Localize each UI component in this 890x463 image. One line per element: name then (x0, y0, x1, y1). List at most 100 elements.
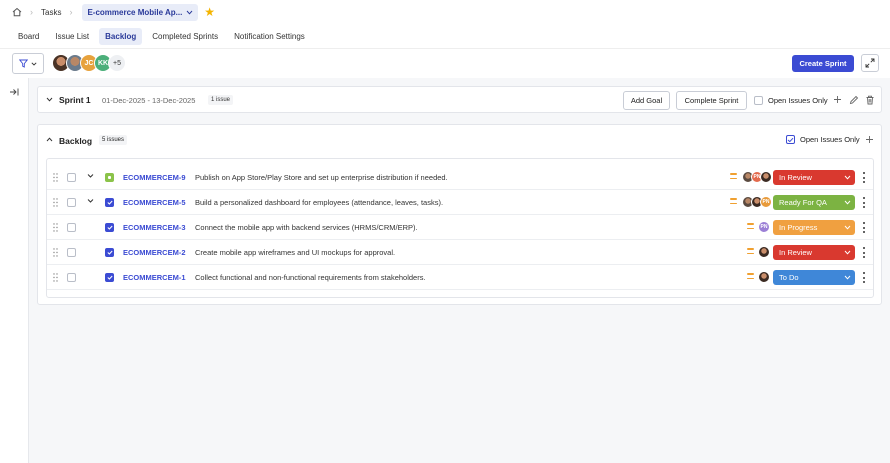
backlog-open-issues-toggle[interactable]: Open Issues Only (786, 135, 860, 144)
more-members-badge[interactable]: +5 (108, 54, 126, 72)
assignee-avatars[interactable] (758, 271, 770, 283)
status-dropdown[interactable]: In Review (773, 245, 855, 260)
open-issues-checkbox[interactable] (754, 96, 763, 105)
filter-icon (19, 59, 28, 68)
tab-completed-sprints[interactable]: Completed Sprints (146, 28, 224, 45)
tab-board[interactable]: Board (12, 28, 45, 45)
priority-medium-icon (730, 198, 737, 204)
left-rail (0, 78, 29, 463)
chevron-right-icon: › (30, 7, 33, 17)
issue-summary[interactable]: Connect the mobile app with backend serv… (195, 223, 418, 232)
table-row[interactable]: ECOMMERCEM-1 Collect functional and non-… (47, 265, 873, 290)
edit-icon[interactable] (849, 95, 859, 105)
priority-medium-icon (747, 223, 754, 229)
home-icon[interactable] (11, 7, 22, 18)
chevron-down-icon (844, 200, 851, 205)
backlog-content: Sprint 1 01-Dec-2025 - 13-Dec-2025 1 iss… (29, 78, 890, 463)
chevron-down-icon (844, 225, 851, 230)
assignee-avatars[interactable]: PN (742, 171, 772, 183)
chevron-down-icon (844, 275, 851, 280)
plus-icon[interactable] (865, 135, 874, 144)
breadcrumb-tasks[interactable]: Tasks (41, 8, 61, 17)
chevron-right-icon: › (69, 7, 73, 17)
collapse-sidebar-icon[interactable] (9, 87, 19, 99)
tab-bar: Board Issue List Backlog Completed Sprin… (12, 28, 311, 46)
filter-button[interactable] (12, 53, 44, 74)
more-vertical-icon[interactable] (862, 222, 865, 233)
issue-key[interactable]: ECOMMERCEM-1 (123, 273, 186, 282)
tab-notification-settings[interactable]: Notification Settings (228, 28, 311, 45)
status-dropdown[interactable]: Ready For QA (773, 195, 855, 210)
open-issues-checkbox[interactable] (786, 135, 795, 144)
star-icon[interactable]: ★ (204, 5, 215, 19)
task-icon (105, 248, 114, 257)
assignee-avatars[interactable]: PN (758, 221, 770, 233)
chevron-down-icon (31, 61, 37, 66)
story-icon (105, 173, 114, 182)
avatar (760, 171, 772, 183)
plus-icon[interactable] (833, 95, 842, 104)
issue-summary[interactable]: Publish on App Store/Play Store and set … (195, 173, 448, 182)
issue-summary[interactable]: Build a personalized dashboard for emplo… (195, 198, 443, 207)
task-icon (105, 273, 114, 282)
row-checkbox[interactable] (67, 248, 76, 257)
table-row[interactable]: ECOMMERCEM-5 Build a personalized dashbo… (47, 190, 873, 215)
table-row[interactable]: ECOMMERCEM-9 Publish on App Store/Play S… (47, 165, 873, 190)
chevron-up-icon[interactable] (46, 137, 53, 142)
row-checkbox[interactable] (67, 173, 76, 182)
avatar: PN (760, 196, 772, 208)
more-vertical-icon[interactable] (862, 197, 865, 208)
tab-backlog[interactable]: Backlog (99, 28, 143, 45)
more-vertical-icon[interactable] (862, 247, 865, 258)
status-dropdown[interactable]: In Review (773, 170, 855, 185)
status-dropdown[interactable]: To Do (773, 270, 855, 285)
create-sprint-button[interactable]: Create Sprint (792, 55, 854, 72)
chevron-down-icon (844, 250, 851, 255)
expand-button[interactable] (861, 54, 879, 72)
tab-issue-list[interactable]: Issue List (49, 28, 95, 45)
chevron-down-icon[interactable] (46, 97, 53, 102)
more-vertical-icon[interactable] (862, 272, 865, 283)
issue-summary[interactable]: Create mobile app wireframes and UI mock… (195, 248, 395, 257)
drag-handle-icon[interactable] (53, 223, 58, 232)
issue-key[interactable]: ECOMMERCEM-9 (123, 173, 186, 182)
avatar (758, 246, 770, 258)
more-vertical-icon[interactable] (862, 172, 865, 183)
status-label: Ready For QA (779, 198, 827, 207)
issue-key[interactable]: ECOMMERCEM-3 (123, 223, 186, 232)
issue-key[interactable]: ECOMMERCEM-5 (123, 198, 186, 207)
sprint-dates: 01-Dec-2025 - 13-Dec-2025 (102, 96, 196, 105)
issue-summary[interactable]: Collect functional and non-functional re… (195, 273, 426, 282)
priority-medium-icon (747, 273, 754, 279)
trash-icon[interactable] (865, 95, 875, 105)
table-row[interactable]: ECOMMERCEM-2 Create mobile app wireframe… (47, 240, 873, 265)
drag-handle-icon[interactable] (53, 198, 58, 207)
drag-handle-icon[interactable] (53, 173, 58, 182)
complete-sprint-button[interactable]: Complete Sprint (676, 91, 747, 110)
avatar: PN (758, 221, 770, 233)
table-row[interactable]: ECOMMERCEM-3 Connect the mobile app with… (47, 215, 873, 240)
chevron-down-icon[interactable] (87, 197, 94, 204)
project-selector[interactable]: E-commerce Mobile Ap... (82, 3, 199, 21)
open-issues-label: Open Issues Only (768, 96, 828, 105)
breadcrumb-bar: › Tasks › E-commerce Mobile Ap... ★ (0, 0, 890, 24)
sprint-open-issues-toggle[interactable]: Open Issues Only (754, 96, 828, 105)
drag-handle-icon[interactable] (53, 273, 58, 282)
row-checkbox[interactable] (67, 198, 76, 207)
row-checkbox[interactable] (67, 223, 76, 232)
sprint-card: Sprint 1 01-Dec-2025 - 13-Dec-2025 1 iss… (37, 86, 882, 113)
backlog-issue-table: ECOMMERCEM-9 Publish on App Store/Play S… (46, 158, 874, 298)
expand-icon (865, 58, 875, 68)
status-label: In Progress (779, 223, 818, 232)
assignee-avatars[interactable] (758, 246, 770, 258)
chevron-down-icon[interactable] (87, 172, 94, 179)
assignee-avatars[interactable]: PN (742, 196, 772, 208)
add-goal-button[interactable]: Add Goal (623, 91, 670, 110)
open-issues-label: Open Issues Only (800, 135, 860, 144)
status-dropdown[interactable]: In Progress (773, 220, 855, 235)
issue-key[interactable]: ECOMMERCEM-2 (123, 248, 186, 257)
row-checkbox[interactable] (67, 273, 76, 282)
member-avatars: JC KK +5 (52, 54, 126, 72)
backlog-title: Backlog (59, 136, 93, 146)
drag-handle-icon[interactable] (53, 248, 58, 257)
